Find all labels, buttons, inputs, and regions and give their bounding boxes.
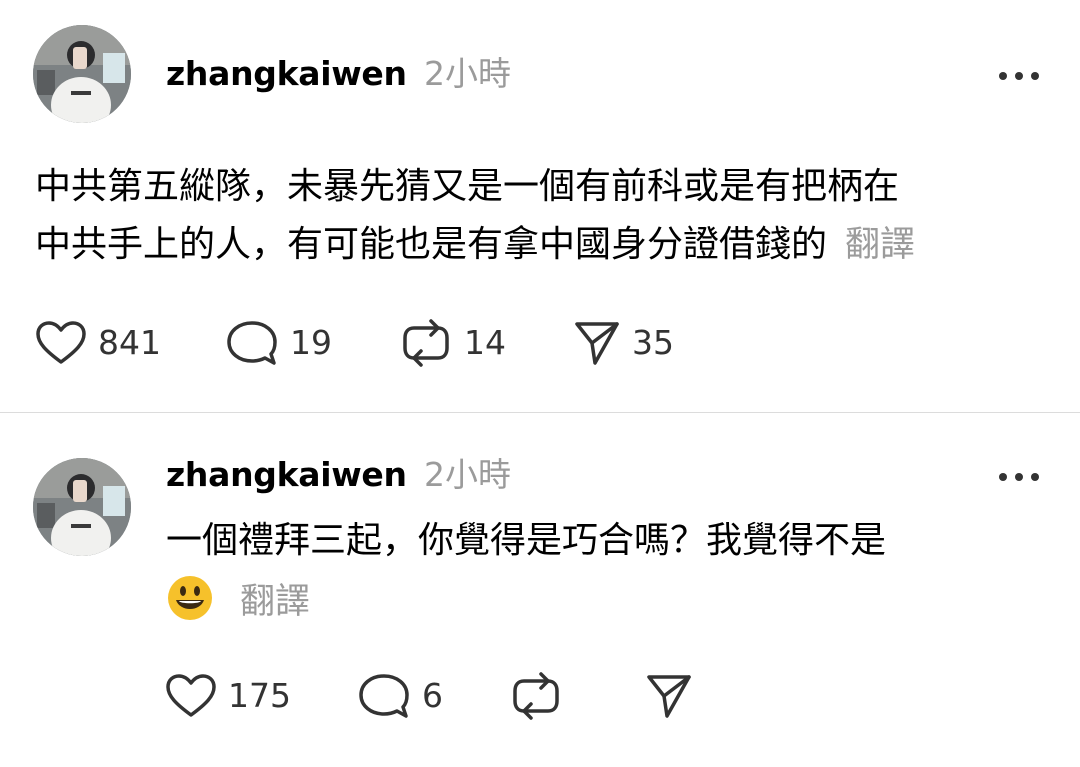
more-horizontal-icon[interactable] [999, 471, 1039, 483]
timestamp: 2小時 [424, 455, 511, 494]
heart-icon [166, 674, 216, 717]
timestamp: 2小時 [424, 54, 511, 93]
avatar[interactable] [33, 25, 131, 123]
like-button[interactable]: 175 [166, 671, 291, 721]
smiling-face-emoji-icon [168, 576, 212, 620]
thread-post: zhangkaiwen 2小時 一個禮拜三起，你覺得是巧合嗎？我覺得不是 翻譯 … [0, 413, 1080, 767]
action-bar: 175 6 [0, 671, 1080, 721]
post-text-line: 翻譯 [166, 573, 310, 623]
username[interactable]: zhangkaiwen [166, 54, 407, 94]
repost-icon [513, 672, 559, 720]
more-horizontal-icon[interactable] [999, 70, 1039, 82]
like-count: 841 [98, 323, 161, 362]
share-button[interactable]: 35 [574, 318, 674, 368]
like-count: 175 [228, 676, 291, 715]
reply-count: 6 [422, 676, 443, 715]
post-text-line: 中共第五縱隊，未暴先猜又是一個有前科或是有把柄在 [35, 166, 900, 207]
thread-post: zhangkaiwen 2小時 中共第五縱隊，未暴先猜又是一個有前科或是有把柄在… [0, 0, 1080, 412]
post-text-line: 一個禮拜三起，你覺得是巧合嗎？我覺得不是 [166, 520, 887, 561]
send-icon [575, 322, 619, 365]
reply-button[interactable]: 19 [226, 318, 332, 368]
repost-button[interactable]: 14 [400, 318, 506, 368]
repost-count: 14 [464, 323, 506, 362]
post-text-line: 中共手上的人，有可能也是有拿中國身分證借錢的 翻譯 [35, 217, 915, 273]
repost-button[interactable] [510, 671, 562, 721]
action-bar: 841 19 14 35 [0, 318, 1080, 368]
share-button[interactable] [646, 671, 692, 721]
heart-icon [36, 321, 86, 364]
like-button[interactable]: 841 [36, 318, 161, 368]
translate-link[interactable]: 翻譯 [845, 225, 915, 265]
reply-count: 19 [290, 323, 332, 362]
post-text-line-content: 中共手上的人，有可能也是有拿中國身分證借錢的 [35, 224, 828, 265]
send-icon [647, 675, 691, 718]
avatar[interactable] [33, 458, 131, 556]
reply-button[interactable]: 6 [358, 671, 443, 721]
share-count: 35 [632, 323, 674, 362]
username[interactable]: zhangkaiwen [166, 455, 407, 495]
translate-link[interactable]: 翻譯 [240, 573, 310, 624]
comment-bubble-icon [359, 674, 409, 718]
comment-bubble-icon [227, 321, 277, 365]
repost-icon [403, 319, 449, 367]
